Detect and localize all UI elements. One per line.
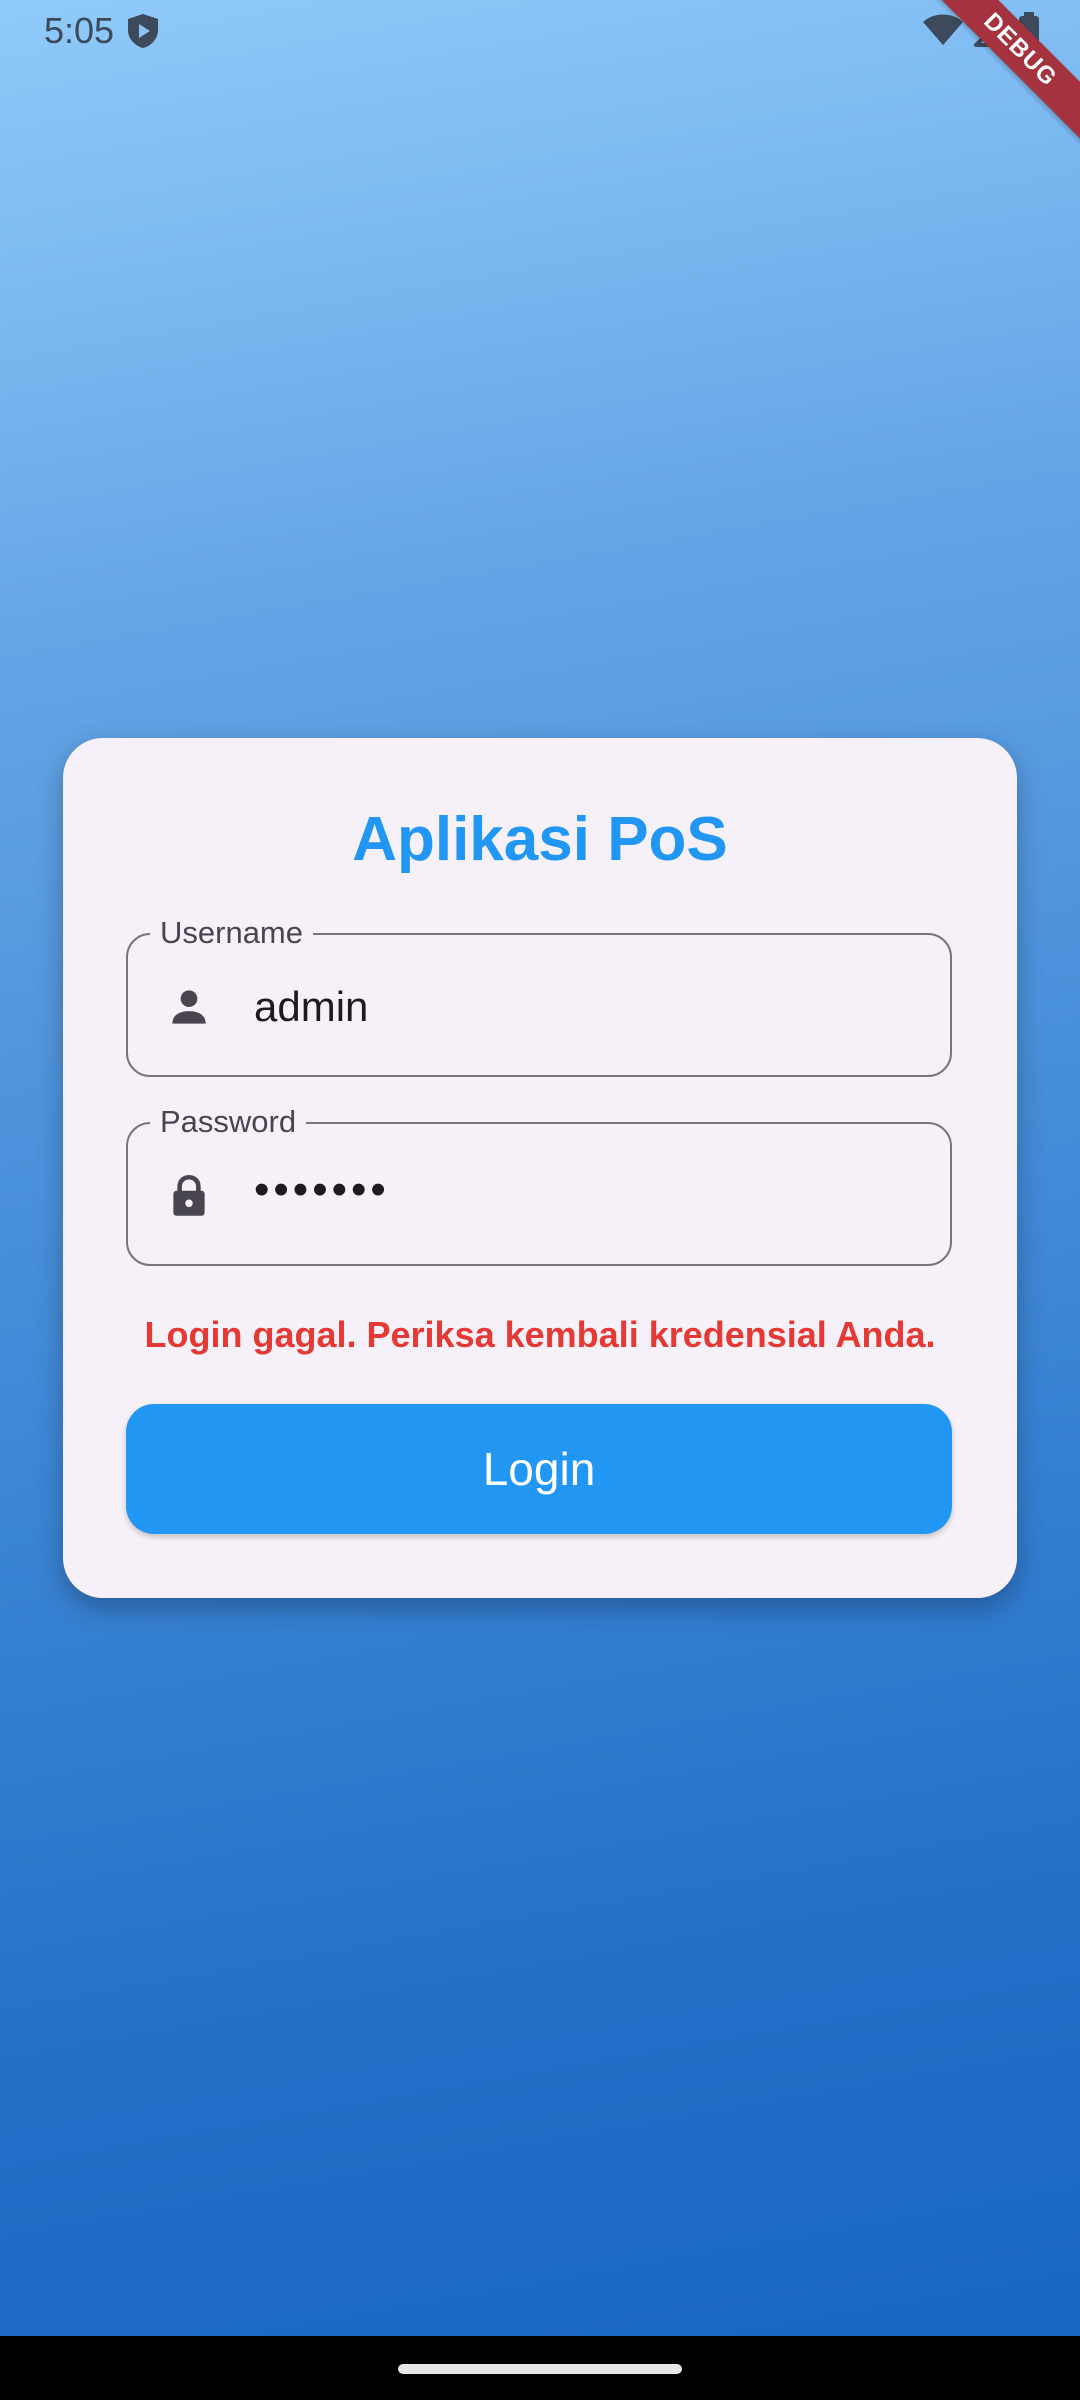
shield-play-icon	[128, 14, 158, 48]
login-card: Aplikasi PoS Username admin Password •••…	[63, 738, 1017, 1598]
status-time: 5:05	[44, 10, 115, 51]
password-label: Password	[150, 1102, 307, 1142]
status-bar: 5:05	[0, 0, 1080, 64]
password-field[interactable]: Password •••••••	[126, 1102, 952, 1266]
password-value: •••••••	[254, 1165, 390, 1214]
wifi-icon	[923, 14, 963, 45]
login-screen: 5:05 DEBUG Aplikasi PoS Username admin P…	[0, 0, 1080, 2400]
username-field[interactable]: Username admin	[126, 913, 952, 1077]
navigation-bar	[0, 2336, 1080, 2400]
lock-icon	[173, 1174, 205, 1216]
username-value: admin	[254, 983, 369, 1030]
login-error-message: Login gagal. Periksa kembali kredensial …	[144, 1314, 936, 1355]
username-label: Username	[150, 913, 313, 953]
app-title: Aplikasi PoS	[352, 805, 728, 874]
home-gesture-handle[interactable]	[398, 2364, 682, 2374]
login-button[interactable]: Login	[126, 1404, 952, 1534]
person-icon	[172, 990, 206, 1024]
